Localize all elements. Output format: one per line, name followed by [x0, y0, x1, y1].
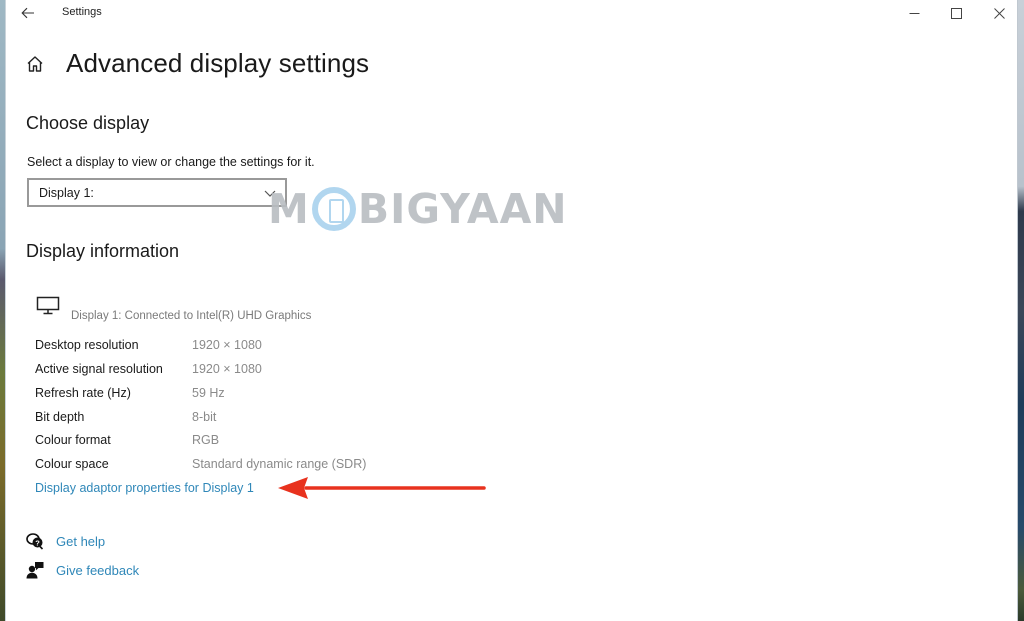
settings-window: Settings Advanced display settings Choos…	[5, 0, 1018, 621]
info-row-bit-depth: Bit depth 8-bit	[35, 410, 216, 430]
info-label: Colour format	[35, 433, 111, 447]
give-feedback-icon	[26, 562, 44, 579]
info-label: Bit depth	[35, 410, 85, 424]
desktop-wallpaper-right	[1018, 0, 1024, 621]
back-button[interactable]	[14, 2, 42, 24]
page-title: Advanced display settings	[66, 48, 370, 78]
mobigyaan-watermark: M BIGYAAN	[268, 185, 568, 233]
info-label: Desktop resolution	[35, 338, 139, 352]
choose-display-heading: Choose display	[26, 113, 150, 133]
get-help-link[interactable]: ? Get help	[26, 532, 105, 550]
display-information-heading: Display information	[26, 241, 180, 261]
close-button[interactable]	[979, 0, 1019, 26]
info-value: RGB	[192, 433, 220, 447]
choose-display-description: Select a display to view or change the s…	[27, 155, 315, 169]
display-adaptor-properties-link[interactable]: Display adaptor properties for Display 1	[35, 481, 254, 495]
info-value: Standard dynamic range (SDR)	[192, 457, 367, 471]
get-help-label: Get help	[56, 533, 106, 549]
info-label: Refresh rate (Hz)	[35, 386, 131, 400]
home-icon	[27, 55, 43, 72]
watermark-phone-logo-icon	[311, 187, 356, 231]
maximize-icon	[950, 7, 962, 19]
info-value: 1920 × 1080	[192, 362, 262, 376]
monitor-icon	[36, 296, 60, 315]
minimize-icon	[909, 12, 919, 14]
watermark-text-rest: BIGYAAN	[357, 185, 568, 233]
info-label: Active signal resolution	[35, 362, 163, 376]
info-row-active-signal-resolution: Active signal resolution 1920 × 1080	[35, 362, 262, 382]
close-icon	[993, 7, 1005, 19]
info-row-refresh-rate: Refresh rate (Hz) 59 Hz	[35, 386, 225, 406]
display-dropdown-value: Display 1:	[39, 185, 94, 200]
chevron-down-icon	[264, 190, 276, 197]
info-value: 59 Hz	[192, 386, 225, 400]
page-header: Advanced display settings	[26, 48, 369, 79]
title-bar: Settings	[6, 0, 1017, 28]
info-value: 1920 × 1080	[192, 338, 262, 352]
give-feedback-label: Give feedback	[56, 562, 140, 578]
info-value: 8-bit	[192, 410, 217, 424]
display-connection-status: Display 1: Connected to Intel(R) UHD Gra…	[71, 310, 312, 322]
info-label: Colour space	[35, 457, 109, 471]
get-help-icon: ?	[26, 533, 44, 550]
info-row-colour-format: Colour format RGB	[35, 433, 219, 453]
info-row-desktop-resolution: Desktop resolution 1920 × 1080	[35, 338, 262, 358]
info-row-colour-space: Colour space Standard dynamic range (SDR…	[35, 457, 366, 477]
home-button[interactable]	[26, 53, 48, 75]
app-title: Settings	[62, 6, 102, 18]
back-arrow-icon	[21, 7, 34, 19]
minimize-button[interactable]	[894, 0, 934, 26]
svg-text:?: ?	[35, 538, 40, 547]
red-annotation-arrow	[278, 477, 486, 499]
give-feedback-link[interactable]: Give feedback	[26, 561, 139, 579]
maximize-button[interactable]	[936, 0, 976, 26]
display-dropdown[interactable]: Display 1:	[27, 178, 287, 207]
